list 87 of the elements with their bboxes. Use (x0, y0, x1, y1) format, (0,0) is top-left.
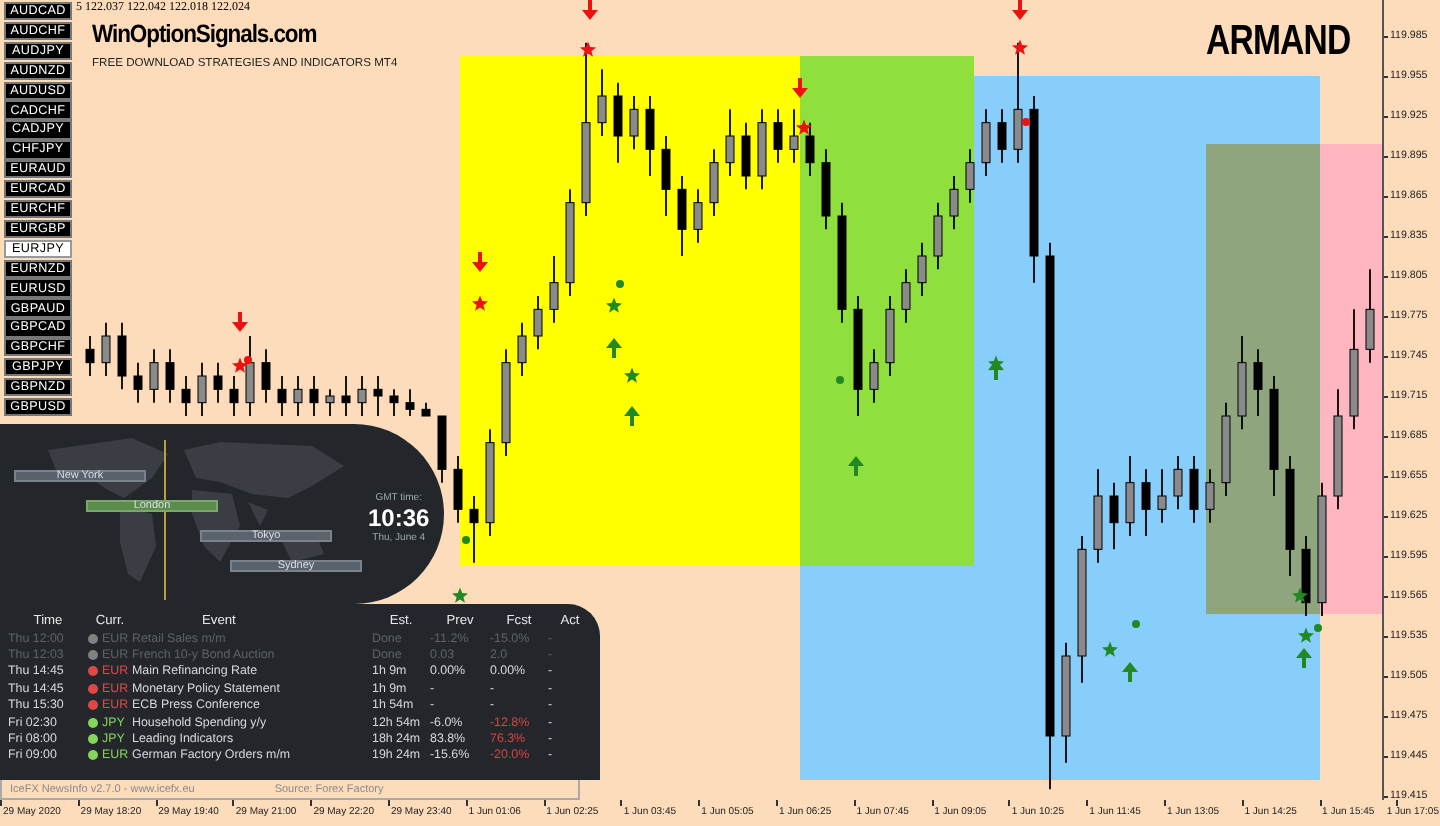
candlestick (405, 388, 415, 417)
candlestick (613, 81, 623, 164)
candlestick (709, 148, 719, 217)
candlestick (1189, 455, 1199, 524)
dot-icon (1132, 620, 1140, 628)
down-arrow-icon (1012, 0, 1028, 20)
candlestick (533, 295, 543, 351)
up-arrow-icon (848, 456, 864, 476)
candlestick (677, 175, 687, 257)
star-icon (988, 355, 1004, 371)
up-arrow-icon (624, 406, 640, 426)
star-icon (580, 41, 596, 57)
candlestick (261, 348, 271, 404)
candlestick (517, 321, 527, 377)
candlestick (1125, 455, 1135, 537)
candlestick (1109, 481, 1119, 551)
candlestick (965, 148, 975, 204)
gmt-time: 10:36 (368, 504, 430, 532)
candlestick (341, 375, 351, 417)
star-icon (796, 119, 812, 135)
candlestick (325, 388, 335, 417)
dot-icon (1022, 118, 1030, 126)
candlestick (453, 455, 463, 524)
up-arrow-icon (1122, 662, 1138, 682)
candlestick (741, 121, 751, 191)
down-arrow-icon (582, 0, 598, 20)
dot-icon (244, 356, 252, 364)
candlestick (549, 255, 559, 324)
candlestick (181, 375, 191, 417)
candlestick (229, 375, 239, 417)
candlestick (1141, 468, 1151, 537)
star-icon (472, 295, 488, 311)
brand-title: ARMAND (1206, 18, 1351, 66)
candlestick (117, 321, 127, 391)
down-arrow-icon (232, 312, 248, 332)
up-arrow-icon (1296, 648, 1312, 668)
candlestick (357, 375, 367, 417)
candlestick (789, 108, 799, 164)
candlestick (981, 108, 991, 177)
candlestick (133, 361, 143, 404)
dot-icon (836, 376, 844, 384)
candlestick (197, 361, 207, 417)
candlestick (277, 375, 287, 417)
dot-icon (1314, 624, 1322, 632)
star-icon (452, 587, 468, 603)
candlestick (725, 108, 735, 177)
candlestick (805, 121, 815, 177)
candlestick (661, 135, 671, 217)
down-arrow-icon (792, 78, 808, 98)
candlestick (245, 335, 255, 417)
candlestick (389, 388, 399, 417)
candlestick (933, 201, 943, 271)
candlestick (101, 321, 111, 377)
candlestick (773, 108, 783, 164)
candlestick (149, 348, 159, 404)
star-icon (1012, 39, 1028, 55)
candlestick (165, 348, 175, 404)
candlestick (85, 335, 95, 377)
candlestick (1173, 455, 1183, 511)
down-arrow-icon (472, 252, 488, 272)
star-icon (1102, 641, 1118, 657)
candlestick (997, 108, 1007, 164)
candlestick (213, 361, 223, 404)
star-icon (624, 367, 640, 383)
dot-icon (616, 280, 624, 288)
candlestick (1365, 268, 1375, 364)
candlestick (293, 375, 303, 417)
candlestick (629, 95, 639, 151)
candlestick (869, 348, 879, 404)
candlestick (645, 95, 655, 177)
candlestick (373, 375, 383, 417)
candlestick (1157, 468, 1167, 524)
star-icon (1292, 587, 1308, 603)
candlestick (1253, 348, 1263, 417)
star-icon (232, 357, 248, 373)
site-title: WinOptionSignals.com (92, 20, 317, 48)
candlestick (309, 375, 319, 417)
candlestick (901, 268, 911, 324)
candlestick (949, 175, 959, 231)
candlestick (597, 68, 607, 137)
star-icon (1298, 627, 1314, 643)
candlestick (693, 188, 703, 244)
up-arrow-icon (606, 338, 622, 358)
candlestick (1205, 468, 1215, 524)
dot-icon (462, 536, 470, 544)
candlestick (917, 241, 927, 297)
star-icon (606, 297, 622, 313)
